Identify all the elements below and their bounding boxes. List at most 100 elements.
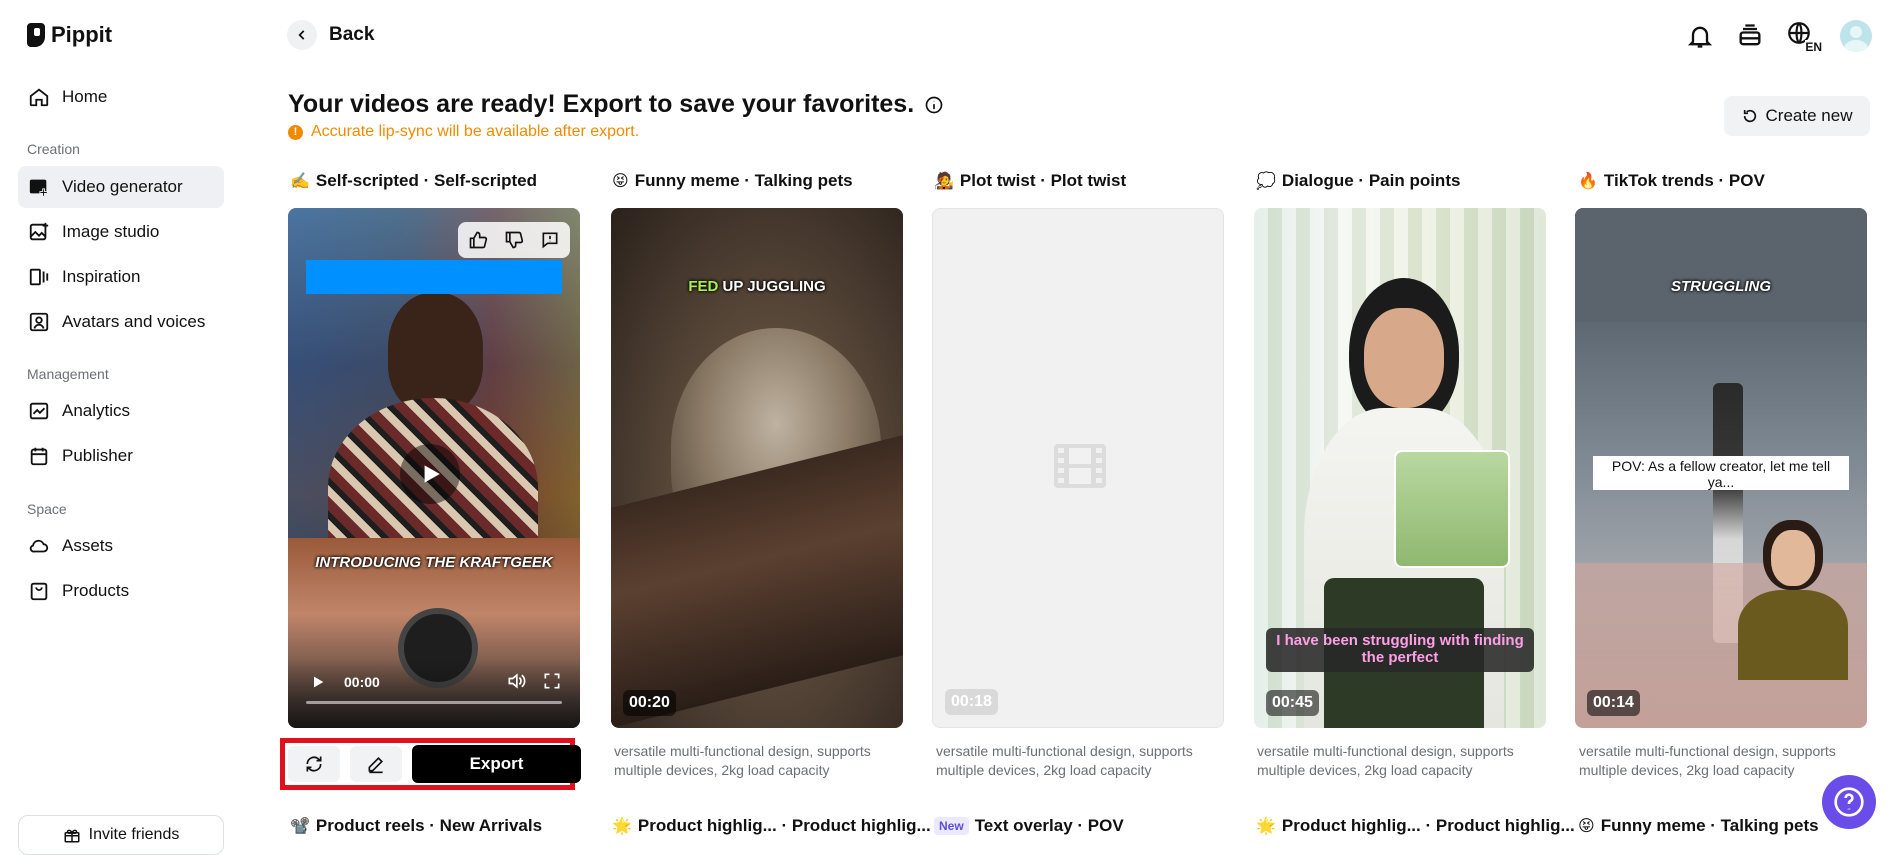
app-logo[interactable]: Pippit [27, 22, 112, 48]
column-label-text: Product highlig... · Product highlig... [637, 816, 931, 835]
column-label-text: Product highlig... · Product highlig... [1281, 816, 1575, 835]
play-icon [424, 465, 440, 483]
report-icon[interactable] [533, 225, 567, 255]
column-label-text: Funny meme · Talking pets [1600, 816, 1819, 835]
play-small-icon[interactable] [310, 674, 326, 690]
progress-bar[interactable] [306, 701, 562, 704]
current-time: 00:00 [344, 674, 380, 690]
video-description: versatile multi-functional design, suppo… [1257, 743, 1514, 778]
edit-button[interactable] [350, 746, 402, 782]
column-label: 🌟 Product highlig... · Product highlig..… [1256, 816, 1575, 836]
column-label: 😝 Funny meme · Talking pets [1578, 816, 1819, 836]
play-button[interactable] [400, 444, 460, 504]
fullscreen-icon[interactable] [542, 671, 562, 691]
blue-banner [306, 260, 562, 294]
video-top-band [1575, 208, 1867, 322]
video-caption-top: STRUGGLING [1671, 278, 1771, 295]
column-label: 🔥 TikTok trends · POV [1578, 171, 1765, 191]
video-card[interactable]: 00:18 [932, 208, 1224, 728]
help-button[interactable] [1822, 775, 1876, 829]
caption-highlight: FED [688, 278, 719, 295]
sidebar-item-label: Assets [62, 536, 114, 555]
video-duration: 00:14 [1587, 690, 1640, 716]
face-with-tongue-icon: 😝 [1578, 818, 1595, 835]
sidebar-item-inspiration[interactable]: Inspiration [18, 256, 224, 298]
thumbs-up-icon[interactable] [461, 225, 495, 255]
back-button[interactable]: Back [287, 20, 374, 50]
create-new-button[interactable]: Create new [1724, 96, 1870, 136]
inset-product-image [1394, 450, 1510, 568]
sidebar-item-analytics[interactable]: Analytics [18, 390, 224, 432]
column-label: ✍️ Self-scripted · Self-scripted [290, 171, 537, 191]
video-card[interactable]: STRUGGLING POV: As a fellow creator, let… [1575, 208, 1867, 728]
sidebar-item-label: Image studio [62, 222, 160, 241]
column-label-text: Text overlay · POV [974, 816, 1124, 835]
star-icon: 🌟 [612, 818, 632, 835]
lip-sync-notice: ! Accurate lip-sync will be available af… [288, 123, 639, 141]
film-placeholder-icon [1054, 444, 1106, 488]
sidebar-item-video-generator[interactable]: Video generator [18, 166, 224, 208]
section-label-creation: Creation [27, 141, 80, 157]
fire-icon: 🔥 [1578, 173, 1598, 190]
column-label-text: Dialogue · Pain points [1281, 171, 1461, 190]
export-button[interactable]: Export [412, 745, 581, 783]
video-description: versatile multi-functional design, suppo… [614, 743, 871, 778]
volume-icon[interactable] [506, 671, 526, 691]
video-card[interactable]: INTRODUCING THE KRAFTGEEK 00:00 [288, 208, 580, 728]
back-label: Back [329, 24, 375, 45]
app-name: Pippit [51, 22, 113, 47]
column-label: 🌟 Product highlig... · Product highlig..… [612, 816, 931, 836]
sidebar-item-publisher[interactable]: Publisher [18, 435, 224, 477]
section-label-space: Space [27, 501, 67, 517]
person-face [1364, 308, 1444, 408]
pippit-logo-icon [27, 23, 45, 47]
singer-icon: 🧑‍🎤 [934, 173, 954, 190]
video-description: versatile multi-functional design, suppo… [936, 743, 1193, 778]
column-label: 🧑‍🎤 Plot twist · Plot twist [934, 171, 1126, 191]
page-title-text: Your videos are ready! Export to save yo… [288, 90, 915, 118]
sidebar-item-label: Video generator [62, 177, 183, 196]
pencil-icon [368, 756, 384, 774]
language-code: EN [1805, 40, 1822, 54]
column-label-text: Funny meme · Talking pets [634, 171, 853, 190]
stack-icon[interactable] [1736, 22, 1764, 50]
thumbs-down-icon[interactable] [497, 225, 531, 255]
sidebar-item-products[interactable]: Products [18, 570, 224, 612]
video-caption: INTRODUCING THE KRAFTGEEK [315, 554, 553, 571]
thought-bubble-icon: 💭 [1256, 173, 1276, 190]
home-icon [29, 88, 49, 107]
sidebar-item-label: Publisher [62, 446, 133, 465]
gift-icon [64, 829, 80, 843]
video-caption: POV: As a fellow creator, let me tell ya… [1593, 456, 1849, 490]
question-icon [1834, 787, 1864, 817]
chevron-left-icon [287, 20, 317, 50]
page-title: Your videos are ready! Export to save yo… [288, 90, 944, 119]
sidebar-item-image-studio[interactable]: Image studio [18, 211, 224, 253]
avatar-voice-icon [29, 312, 49, 332]
caption-rest: UP JUGGLING [718, 278, 826, 295]
video-description: versatile multi-functional design, suppo… [1579, 743, 1836, 778]
regenerate-button[interactable] [288, 746, 340, 782]
language-selector[interactable]: EN [1786, 20, 1822, 54]
sidebar: Pippit Home Creation Video generator Ima… [0, 0, 240, 855]
person-head [388, 293, 483, 413]
regenerate-icon [306, 756, 322, 772]
bell-icon[interactable] [1686, 22, 1714, 50]
sidebar-item-label: Avatars and voices [62, 312, 206, 331]
sidebar-item-avatars-voices[interactable]: Avatars and voices [18, 301, 224, 343]
info-icon[interactable] [924, 95, 944, 115]
new-badge: New [934, 817, 969, 835]
sidebar-item-home[interactable]: Home [18, 76, 224, 118]
invite-friends-button[interactable]: Invite friends [18, 815, 224, 855]
sidebar-item-label: Analytics [62, 401, 131, 420]
video-caption: FED UP JUGGLING [611, 278, 903, 295]
user-avatar[interactable] [1840, 20, 1872, 52]
video-card[interactable]: I have been struggling with finding the … [1254, 208, 1546, 728]
sidebar-item-assets[interactable]: Assets [18, 525, 224, 567]
inspiration-icon [29, 268, 49, 286]
box-edge [611, 435, 903, 728]
video-card[interactable]: FED UP JUGGLING 00:20 [611, 208, 903, 728]
face-with-tongue-icon: 😝 [612, 173, 629, 190]
column-label-text: TikTok trends · POV [1603, 171, 1765, 190]
feedback-toolbar [458, 222, 570, 258]
